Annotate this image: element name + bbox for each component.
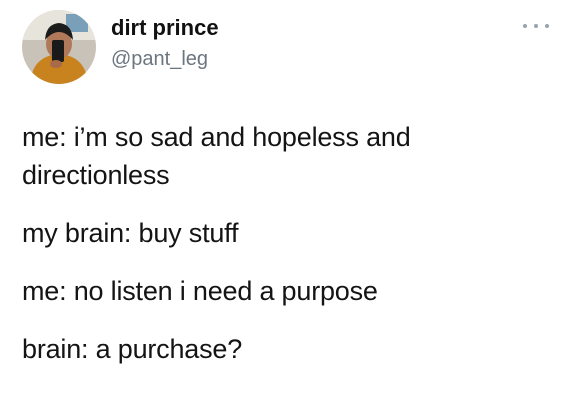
user-handle[interactable]: @pant_leg [111,48,208,71]
profile-photo [22,10,96,84]
tweet-card: dirt prince @pant_leg me: i’m so sad and… [0,0,573,400]
dot [534,24,538,28]
more-horizontal-icon[interactable] [523,18,549,34]
tweet-line: me: i’m so sad and hopeless and [22,122,411,152]
tweet-line: my brain: buy stuff [22,218,239,248]
dot [545,24,549,28]
avatar[interactable] [22,10,96,84]
tweet-line: directionless [22,160,170,190]
tweet-line: brain: a purchase? [22,334,243,364]
tweet-line: me: no listen i need a purpose [22,276,378,306]
tweet-text: me: i’m so sad and hopeless and directio… [22,118,552,368]
dot [523,24,527,28]
display-name[interactable]: dirt prince [111,15,219,41]
